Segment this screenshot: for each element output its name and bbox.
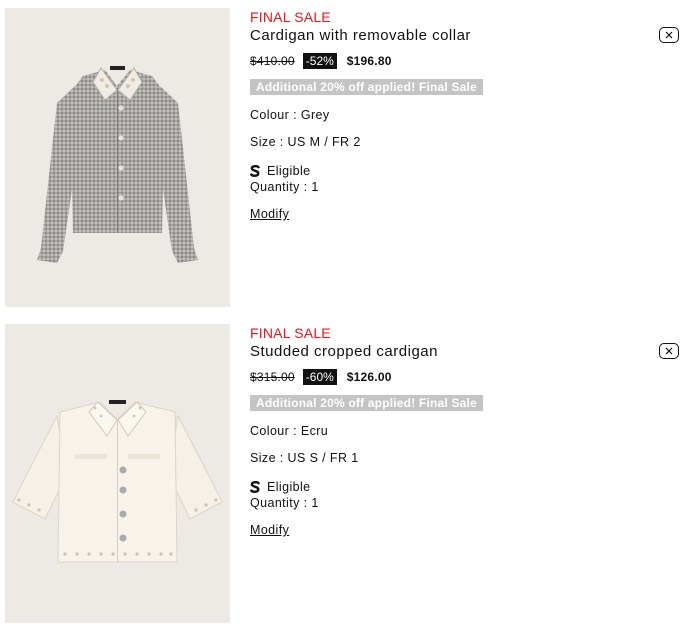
discount-badge: -52% — [302, 53, 337, 69]
quantity-label: Quantity : 1 — [250, 180, 319, 194]
eligible-label: Eligible — [267, 480, 311, 494]
sale-price: $126.00 — [346, 370, 392, 384]
discount-badge: -60% — [302, 369, 337, 385]
sale-price: $196.80 — [346, 54, 392, 68]
size-label: Size : US S / FR 1 — [250, 451, 359, 465]
final-sale-badge: FINAL SALE — [250, 325, 331, 341]
close-icon — [665, 347, 673, 355]
remove-item-button[interactable] — [659, 27, 679, 43]
item-details: FINAL SALE Studded cropped cardigan $315… — [250, 324, 670, 539]
final-sale-badge: FINAL SALE — [250, 9, 331, 25]
promo-banner: Additional 20% off applied! Final Sale — [250, 79, 483, 95]
product-image[interactable] — [5, 324, 230, 623]
eligible-row: Eligible — [250, 479, 670, 495]
colour-label: Colour : Grey — [250, 108, 330, 122]
item-details: FINAL SALE Cardigan with removable colla… — [250, 8, 670, 223]
remove-item-button[interactable] — [659, 343, 679, 359]
s-logo-icon — [250, 165, 260, 177]
grey-cardigan-image — [37, 66, 198, 263]
price-row: $315.00 -60% $126.00 — [250, 368, 670, 386]
promo-banner: Additional 20% off applied! Final Sale — [250, 395, 483, 411]
product-image[interactable] — [5, 8, 230, 307]
colour-label: Colour : Ecru — [250, 424, 329, 438]
ecru-cardigan-image — [12, 400, 223, 563]
price-row: $410.00 -52% $196.80 — [250, 52, 670, 70]
modify-link[interactable]: Modify — [250, 207, 289, 221]
eligible-label: Eligible — [267, 164, 311, 178]
size-label: Size : US M / FR 2 — [250, 135, 361, 149]
modify-link[interactable]: Modify — [250, 523, 289, 537]
product-name[interactable]: Studded cropped cardigan — [250, 342, 670, 361]
s-logo-icon — [250, 481, 260, 493]
original-price: $410.00 — [250, 54, 295, 68]
original-price: $315.00 — [250, 370, 295, 384]
product-name[interactable]: Cardigan with removable collar — [250, 26, 670, 45]
quantity-label: Quantity : 1 — [250, 496, 319, 510]
close-icon — [665, 31, 673, 39]
eligible-row: Eligible — [250, 163, 670, 179]
